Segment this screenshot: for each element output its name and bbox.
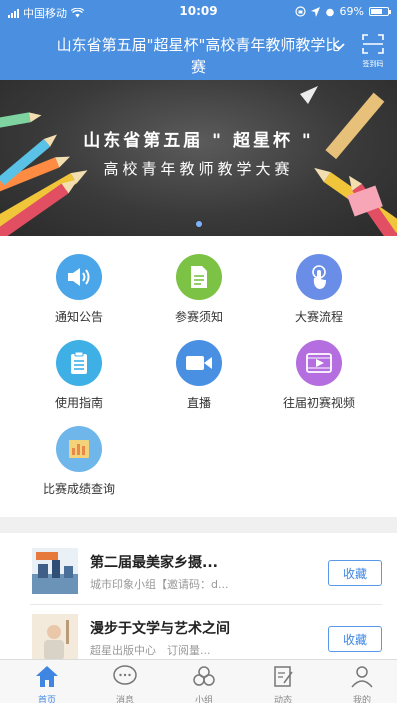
menu-item-notice[interactable]: 通知公告 [19,254,139,325]
menu-label: 大赛流程 [294,310,343,324]
group-subtitle: 城市印象小组【邀请码：d... [90,578,229,591]
menu-item-rules[interactable]: 参赛须知 [139,254,259,325]
scan-icon [362,34,384,54]
menu-item-score-query[interactable]: 比赛成绩查询 [19,426,139,497]
message-icon [113,665,137,685]
status-bar: 中国移动 10:09 69% [0,0,397,24]
group-name: 漫步于文学与艺术之间 [90,621,230,637]
document-icon [176,254,222,300]
battery-fill [371,9,383,14]
chevron-down-icon[interactable] [332,42,346,52]
location-icon [310,6,320,17]
clipboard-icon [56,340,102,386]
list-item[interactable]: 漫步于文学与艺术之间 超星出版中心 订阅量... 收藏 [0,606,397,666]
tab-bar: 首页 消息 小组 动态 我的 [0,659,397,703]
video-camera-icon [176,340,222,386]
banner-carousel[interactable]: 山东省第五届 " 超星杯 " 高校青年教师教学大赛 [0,80,397,236]
tab-activity[interactable]: 动态 [253,664,313,703]
group-subtitle: 超星出版中心 订阅量... [90,644,211,657]
group-name: 第二届最美家乡摄... [90,555,218,571]
tab-label: 我的 [352,696,371,703]
section-divider [0,517,397,533]
tab-label: 动态 [273,696,292,703]
tab-me[interactable]: 我的 [332,664,392,703]
lock-rotation-icon [294,6,306,17]
speaker-icon [56,254,102,300]
tab-label: 小组 [194,696,213,703]
page-title: 山东省第五届"超星杯"高校青年教师教学比赛 [56,36,341,76]
menu-label: 比赛成绩查询 [42,482,115,496]
menu-item-guide[interactable]: 使用指南 [19,340,139,411]
favorite-button[interactable]: 收藏 [328,560,382,586]
chart-icon [56,426,102,472]
scan-label: 签到码 [362,60,384,68]
menu-item-process[interactable]: 大赛流程 [259,254,379,325]
banner-line-2: 高校青年教师教学大赛 [103,160,294,178]
battery-icon [369,7,391,16]
carousel-indicator [196,221,202,227]
menu-label: 通知公告 [54,310,103,324]
tab-label: 首页 [37,696,56,703]
alarm-icon [325,8,334,16]
touch-icon [296,254,342,300]
tab-messages[interactable]: 消息 [95,664,155,703]
group-thumbnail [32,548,78,594]
list-item[interactable]: 第二届最美家乡摄... 城市印象小组【邀请码：d... 收藏 [0,540,397,600]
group-thumbnail [32,614,78,660]
film-icon [296,340,342,386]
status-right: 69% [294,5,391,18]
menu-label: 直播 [186,396,211,410]
edit-icon [274,666,293,687]
menu-label: 使用指南 [54,396,103,410]
list-divider [30,604,382,605]
menu-label: 往届初赛视频 [282,396,355,410]
app-header: 中国移动 10:09 69% 山东省第五届"超星杯"高校青年教师教学比赛 签到码 [0,0,397,80]
menu-label: 参赛须知 [174,310,223,324]
home-icon [36,666,58,687]
battery-percent: 69% [339,5,364,18]
scan-button[interactable]: 签到码 [359,34,387,69]
tab-label: 消息 [115,696,134,703]
menu-item-past-videos[interactable]: 往届初赛视频 [259,340,379,411]
menu-item-live[interactable]: 直播 [139,340,259,411]
tab-home[interactable]: 首页 [17,664,77,703]
banner-line-1: 山东省第五届 " 超星杯 " [83,131,314,151]
user-icon [351,666,373,688]
menu-grid: 通知公告 参赛须知 大赛流程 使用指南 直播 往届初赛视频 比赛成绩查询 [0,236,397,517]
favorite-button[interactable]: 收藏 [328,626,382,652]
group-icon [193,666,215,686]
tab-groups[interactable]: 小组 [174,664,234,703]
